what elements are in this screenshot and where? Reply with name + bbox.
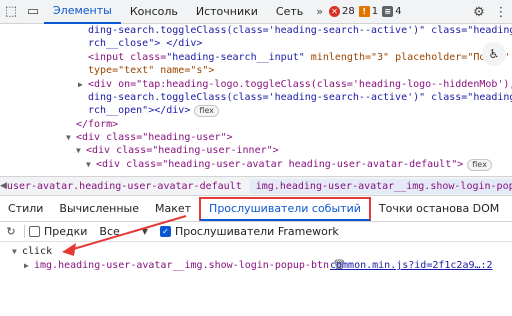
error-icon: ✕ xyxy=(329,6,340,17)
accessibility-icon[interactable]: ♿ xyxy=(482,42,506,66)
warning-count: 1 xyxy=(371,6,379,17)
tab-dom-breakpoints[interactable]: Точки останова DOM xyxy=(371,196,507,222)
inspect-element-icon[interactable]: ⬚ xyxy=(0,0,22,24)
tab-network[interactable]: Сеть xyxy=(267,0,312,24)
tab-console[interactable]: Консоль xyxy=(121,0,187,24)
dom-line[interactable]: <input class="heading-search__input" min… xyxy=(88,51,509,64)
dom-tree: ding-search.toggleClass(class='heading-s… xyxy=(0,24,512,176)
listeners-toolbar: ↻ Предки Все ▼ ✓ Прослушиватели Framework xyxy=(0,222,512,242)
refresh-icon[interactable]: ↻ xyxy=(2,225,20,238)
gear-icon[interactable]: ⚙ xyxy=(468,0,490,24)
tab-styles[interactable]: Стили xyxy=(0,196,51,222)
dom-line[interactable]: rch__close"> </div> xyxy=(88,37,202,50)
dom-line[interactable]: ding-search.toggleClass(class='heading-s… xyxy=(88,24,512,37)
error-count: 28 xyxy=(342,6,355,17)
dom-line[interactable]: ding-search.toggleClass(class='heading-s… xyxy=(88,91,512,104)
listener-row[interactable]: ▶ img.heading-user-avatar__img.show-login… xyxy=(24,260,493,271)
dom-line[interactable]: rch__open"></div> flex xyxy=(88,104,219,117)
sidebar-tabs: Стили Вычисленные Макет Прослушиватели с… xyxy=(0,196,512,222)
tab-event-listeners[interactable]: Прослушиватели событий xyxy=(199,197,371,221)
info-badge: ≡ 4 xyxy=(382,6,401,17)
divider xyxy=(24,225,25,238)
tab-sources[interactable]: Источники xyxy=(187,0,267,24)
device-toolbar-icon[interactable]: ▭ xyxy=(22,0,44,24)
checkbox-icon[interactable] xyxy=(29,226,40,237)
framework-listeners-checkbox[interactable]: ✓ Прослушиватели Framework xyxy=(159,225,339,238)
flex-badge[interactable]: flex xyxy=(467,159,492,171)
more-tabs-icon[interactable]: » xyxy=(507,196,512,222)
breadcrumb: ◀ user-avatar.heading-user-avatar-defaul… xyxy=(0,176,512,196)
dom-line[interactable]: </form> xyxy=(76,118,118,131)
error-badge: ✕ 28 xyxy=(329,6,355,17)
devtools-tabbar: ⬚ ▭ Элементы Консоль Источники Сеть » ✕ 2… xyxy=(0,0,512,24)
expand-triangle-icon[interactable]: ▶ xyxy=(78,78,88,91)
collapse-triangle-icon[interactable]: ▼ xyxy=(12,247,22,256)
ancestors-checkbox[interactable]: Предки xyxy=(29,225,87,238)
info-count: 4 xyxy=(395,6,402,17)
tab-elements[interactable]: Элементы xyxy=(44,0,121,24)
collapse-triangle-icon[interactable]: ▼ xyxy=(66,131,76,144)
chevron-left-icon[interactable]: ◀ xyxy=(0,181,7,191)
dom-line[interactable]: ▼ <div class="heading-user-inner"> xyxy=(76,144,279,157)
issue-counters[interactable]: ✕ 28 ! 1 ≡ 4 xyxy=(329,6,405,17)
event-type-row[interactable]: ▼ click xyxy=(12,246,52,257)
source-link[interactable]: common.min.js?id=2f1c2a9…:2 xyxy=(330,260,493,271)
dom-line[interactable]: ▼ <div class="heading-user-avatar heading… xyxy=(86,158,492,171)
event-listener-tree: ▼ click ▶ img.heading-user-avatar__img.sho… xyxy=(0,242,512,316)
more-tabs-icon[interactable]: » xyxy=(312,5,327,18)
chevron-down-icon: ▼ xyxy=(141,227,148,236)
checkbox-checked-icon[interactable]: ✓ xyxy=(159,226,171,237)
collapse-triangle-icon[interactable]: ▼ xyxy=(86,158,96,171)
info-icon: ≡ xyxy=(382,6,394,17)
dom-line[interactable]: ▶ <div on="tap:heading-logo.toggleClass(c… xyxy=(78,78,512,91)
flex-badge[interactable]: flex xyxy=(194,105,219,117)
collapse-triangle-icon[interactable]: ▼ xyxy=(76,144,86,157)
dom-line[interactable]: ▼ <div class="heading-user"> xyxy=(66,131,233,144)
tab-computed[interactable]: Вычисленные xyxy=(51,196,147,222)
warning-badge: ! 1 xyxy=(358,6,379,17)
tab-layout[interactable]: Макет xyxy=(147,196,199,222)
listener-filter-select[interactable]: Все ▼ xyxy=(99,225,148,238)
dom-line[interactable]: type="text" name="s"> xyxy=(88,64,214,77)
breadcrumb-item-selected[interactable]: img.heading-user-avatar__img.show-login-… xyxy=(249,178,512,194)
warning-icon: ! xyxy=(358,6,370,17)
kebab-menu-icon[interactable]: ⋮ xyxy=(490,0,512,24)
expand-triangle-icon[interactable]: ▶ xyxy=(24,261,34,270)
breadcrumb-item[interactable]: user-avatar.heading-user-avatar-default xyxy=(7,181,242,192)
